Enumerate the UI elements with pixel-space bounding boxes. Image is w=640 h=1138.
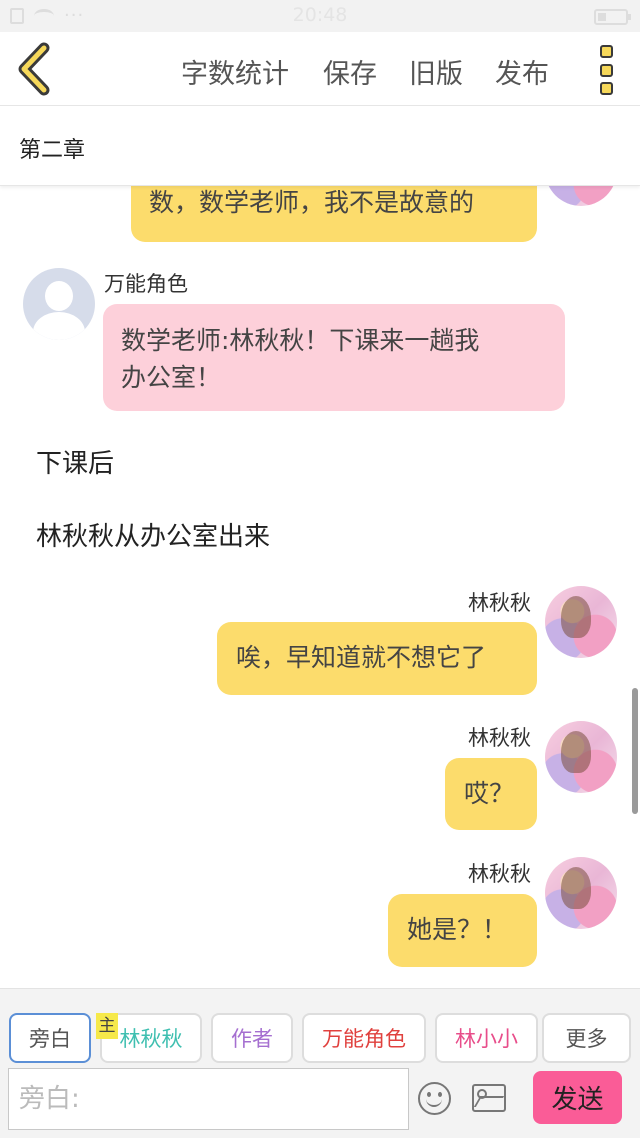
more-dot-icon [599, 63, 613, 77]
chevron-left-icon [18, 42, 50, 96]
avatar[interactable] [23, 268, 95, 340]
message-bubble[interactable]: 唉，早知道就不想它了 [217, 622, 537, 695]
speaker-name: 林秋秋 [468, 591, 531, 615]
message-text: 办公室！ [121, 363, 222, 392]
role-button-more[interactable]: 更多 [542, 1013, 631, 1063]
status-time: 20:48 [292, 4, 348, 26]
save-button[interactable]: 保存 [323, 52, 377, 91]
emoji-icon[interactable] [418, 1082, 451, 1115]
more-dot-icon [599, 82, 613, 95]
more-menu-button[interactable] [594, 42, 618, 98]
message-text: 数学老师:林秋秋！下课来一趟我 [121, 326, 480, 355]
avatar[interactable] [545, 721, 617, 793]
role-button-lin-xiaoxiao[interactable]: 林小小 [435, 1013, 538, 1063]
message-text: 哎？ [464, 779, 515, 808]
more-dot-icon [599, 45, 613, 58]
status-bar: ··· 20:48 [0, 0, 640, 32]
image-icon[interactable] [472, 1084, 506, 1112]
speaker-name: 林秋秋 [468, 862, 531, 886]
chat-list[interactable]: 数，数学老师，我不是故意的 万能角色 数学老师:林秋秋！下课来一趟我 办公室！ … [0, 186, 640, 988]
avatar[interactable] [545, 586, 617, 658]
scrollbar[interactable] [632, 688, 638, 814]
back-button[interactable] [14, 42, 58, 96]
role-label: 更多 [565, 1027, 608, 1051]
chapter-title: 第二章 [19, 138, 86, 163]
editor-toolbar: 字数统计 保存 旧版 发布 [0, 32, 640, 106]
speaker-name: 林秋秋 [468, 726, 531, 750]
role-label: 旁白 [29, 1027, 71, 1051]
message-text: 数，数学老师，我不是故意的 [149, 188, 475, 217]
battery-icon [594, 9, 631, 25]
role-label: 万能角色 [322, 1027, 406, 1051]
message-text: 她是？！ [407, 915, 508, 944]
message-bubble[interactable]: 她是？！ [388, 894, 537, 967]
avatar[interactable] [545, 857, 617, 929]
chapter-header[interactable]: 第二章 [0, 106, 640, 186]
publish-button[interactable]: 发布 [495, 52, 549, 91]
word-count-button[interactable]: 字数统计 [181, 52, 289, 91]
message-bubble[interactable]: 数，数学老师，我不是故意的 [131, 186, 537, 242]
role-button-universal[interactable]: 万能角色 [302, 1013, 426, 1063]
avatar[interactable] [545, 186, 617, 206]
role-button-narration[interactable]: 旁白 [9, 1013, 91, 1063]
message-input[interactable]: 旁白: [8, 1068, 409, 1130]
narration-text[interactable]: 下课后 [36, 443, 114, 480]
message-text: 唉，早知道就不想它了 [236, 643, 487, 672]
narration-text[interactable]: 林秋秋从办公室出来 [36, 516, 270, 553]
role-button-author[interactable]: 作者 [211, 1013, 293, 1063]
speaker-name: 万能角色 [104, 272, 188, 296]
message-bubble[interactable]: 哎？ [445, 758, 537, 830]
main-role-badge: 主 [96, 1013, 118, 1039]
role-label: 林小小 [455, 1027, 518, 1051]
composer: 旁白 林秋秋 主 作者 万能角色 林小小 更多 旁白: 发送 [0, 988, 640, 1138]
message-bubble[interactable]: 数学老师:林秋秋！下课来一趟我 办公室！ [103, 304, 565, 411]
role-label: 林秋秋 [119, 1027, 183, 1051]
old-version-button[interactable]: 旧版 [409, 52, 463, 91]
role-label: 作者 [231, 1027, 273, 1051]
send-button[interactable]: 发送 [533, 1071, 622, 1124]
